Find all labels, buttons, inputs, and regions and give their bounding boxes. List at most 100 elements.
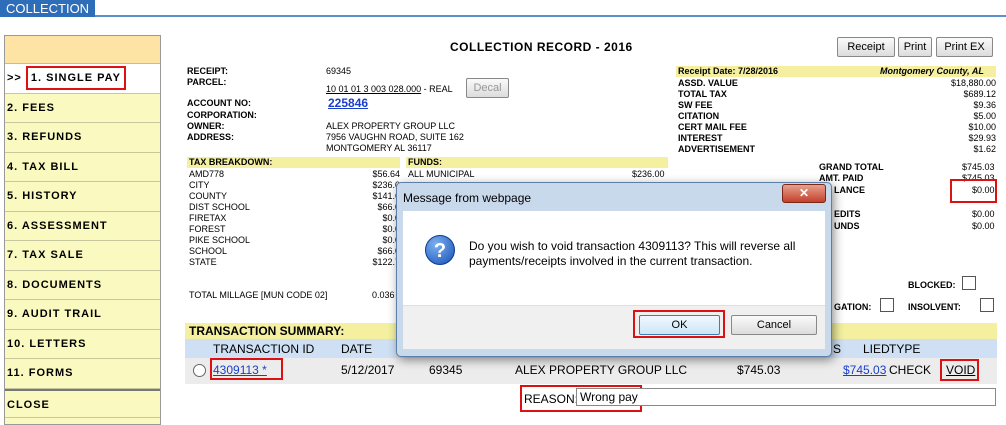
print-button[interactable]: Print <box>898 37 932 57</box>
tax-breakdown-header: TAX BREAKDOWN: <box>187 157 400 168</box>
table-row: FOREST $0.0 <box>187 224 400 235</box>
receipt-value: 69345 <box>326 66 352 76</box>
transaction-amount: $745.03 <box>737 363 781 377</box>
tab-collection[interactable]: COLLECTION <box>0 0 96 17</box>
col-applied: LIED <box>863 342 890 356</box>
summary-value: $10.00 <box>968 122 996 132</box>
table-row: COUNTY $141.6 <box>187 191 400 202</box>
balance-value: $0.00 <box>972 185 995 195</box>
cancel-button[interactable]: Cancel <box>731 315 817 335</box>
table-row: CERT MAIL FEE $10.00 <box>676 122 996 133</box>
summary-value: $18,880.00 <box>950 78 996 88</box>
sidebar-item-refunds[interactable]: 3. REFUNDS <box>5 123 160 153</box>
table-row: DIST SCHOOL $66.0 <box>187 202 400 213</box>
table-row: AMD778 $56.64 <box>187 169 400 180</box>
owner-label: OWNER: <box>187 121 225 131</box>
sidebar-item-documents[interactable]: 8. DOCUMENTS <box>5 271 160 300</box>
total-millage-value: 0.036 <box>372 290 395 300</box>
credits-label: EDITS <box>834 209 861 219</box>
dialog-title: Message from webpage <box>403 191 532 205</box>
sidebar-item-history[interactable]: 5. HISTORY <box>5 182 160 212</box>
void-highlight <box>940 359 979 381</box>
tax-breakdown-table: AMD778 $56.64 CITY $236.0 COUNTY $141.6 DIS… <box>187 169 400 268</box>
transaction-applied-link[interactable]: $745.03 <box>843 363 886 377</box>
tax-name: AMD778 <box>189 169 225 179</box>
fund-name: ALL MUNICIPAL <box>408 169 475 179</box>
col-type: TYPE <box>889 342 921 356</box>
blocked-checkbox[interactable] <box>962 276 976 290</box>
table-row: PIKE SCHOOL $0.0 <box>187 235 400 246</box>
page-title: COLLECTION RECORD - 2016 <box>450 40 633 54</box>
summary-name: ADVERTISEMENT <box>678 144 756 154</box>
insolvent-checkbox[interactable] <box>980 298 994 312</box>
address-line2: MONTGOMERY AL 36117 <box>326 143 432 153</box>
grand-total-label: GRAND TOTAL <box>819 162 884 172</box>
sidebar-item-audit-trail[interactable]: 9. AUDIT TRAIL <box>5 300 160 330</box>
table-row: ASSD. VALUE $18,880.00 <box>676 78 996 89</box>
sidebar-item-forms[interactable]: 11. FORMS <box>5 359 160 389</box>
litigation-label: GATION: <box>834 302 872 312</box>
summary-name: ASSD. VALUE <box>678 78 738 88</box>
assessment-summary: ASSD. VALUE $18,880.00 TOTAL TAX $689.12 S… <box>676 78 996 155</box>
transaction-owner: ALEX PROPERTY GROUP LLC <box>515 363 688 377</box>
blocked-label: BLOCKED: <box>908 280 956 290</box>
address-label: ADDRESS: <box>187 132 235 142</box>
transaction-date: 5/12/2017 <box>341 363 395 377</box>
summary-name: TOTAL TAX <box>678 89 727 99</box>
receipt-button[interactable]: Receipt <box>837 37 895 57</box>
dialog-body: ? Do you wish to void transaction 430911… <box>403 211 825 305</box>
print-ex-button[interactable]: Print EX <box>936 37 993 57</box>
dialog-close-button[interactable]: ✕ <box>782 184 826 203</box>
transaction-id-highlight <box>210 358 283 380</box>
reason-label: REASON: <box>524 392 579 406</box>
parcel-type: - REAL <box>423 84 453 94</box>
table-row: SW FEE $9.36 <box>676 100 996 111</box>
refunds-label: UNDS <box>834 221 860 231</box>
reason-input[interactable]: Wrong pay <box>576 388 996 406</box>
table-row: TOTAL TAX $689.12 <box>676 89 996 100</box>
summary-value: $9.36 <box>973 100 996 110</box>
ok-button[interactable]: OK <box>639 315 720 335</box>
fund-value: $236.00 <box>632 169 665 179</box>
parcel-link[interactable]: 10 01 01 3 003 028.000 <box>326 84 421 94</box>
corporation-label: CORPORATION: <box>187 110 257 120</box>
table-row: CITATION $5.00 <box>676 111 996 122</box>
address-line1: 7956 VAUGHN ROAD, SUITE 162 <box>326 132 464 142</box>
dialog-message: Do you wish to void transaction 4309113?… <box>469 239 796 268</box>
summary-value: $29.93 <box>968 133 996 143</box>
sidebar-item-label: 1. SINGLE PAY <box>25 66 126 90</box>
receipt-date: Receipt Date: 7/28/2016 <box>678 66 779 76</box>
col-transaction-id: TRANSACTION ID <box>213 342 315 356</box>
table-row[interactable]: 4309113 * 5/12/2017 69345 ALEX PROPERTY … <box>185 358 997 384</box>
summary-name: INTEREST <box>678 133 723 143</box>
decal-button[interactable]: Decal <box>466 78 509 98</box>
table-row: FIRETAX $0.0 <box>187 213 400 224</box>
sidebar-item-single-pay[interactable]: >> 1. SINGLE PAY <box>5 64 160 94</box>
account-link[interactable]: 225846 <box>328 96 368 110</box>
tax-name: COUNTY <box>189 191 227 201</box>
tax-name: FIRETAX <box>189 213 227 223</box>
table-row: STATE $122.7 <box>187 257 400 268</box>
litigation-checkbox[interactable] <box>880 298 894 312</box>
total-millage-label: TOTAL MILLAGE [MUN CODE 02] <box>189 290 328 300</box>
sidebar-header <box>5 36 160 64</box>
confirm-dialog: Message from webpage ✕ ? Do you wish to … <box>396 182 832 357</box>
sidebar-item-close[interactable]: CLOSE <box>5 388 160 418</box>
account-label: ACCOUNT NO: <box>187 98 251 108</box>
sidebar-item-tax-bill[interactable]: 4. TAX BILL <box>5 153 160 182</box>
tax-name: FOREST <box>189 224 226 234</box>
summary-value: $1.62 <box>973 144 996 154</box>
sidebar-item-fees[interactable]: 2. FEES <box>5 94 160 123</box>
table-row: SCHOOL $66.0 <box>187 246 400 257</box>
sidebar-item-assessment[interactable]: 6. ASSESSMENT <box>5 212 160 241</box>
tax-name: CITY <box>189 180 210 190</box>
sidebar-item-tax-sale[interactable]: 7. TAX SALE <box>5 241 160 271</box>
owner-value: ALEX PROPERTY GROUP LLC <box>326 121 456 131</box>
sidebar-item-letters[interactable]: 10. LETTERS <box>5 330 160 359</box>
tax-name: STATE <box>189 257 217 267</box>
transaction-summary-title: TRANSACTION SUMMARY: <box>189 324 345 338</box>
tax-name: DIST SCHOOL <box>189 202 250 212</box>
summary-name: CITATION <box>678 111 720 121</box>
grand-total-value: $745.03 <box>962 162 995 172</box>
transaction-radio[interactable] <box>193 364 206 377</box>
